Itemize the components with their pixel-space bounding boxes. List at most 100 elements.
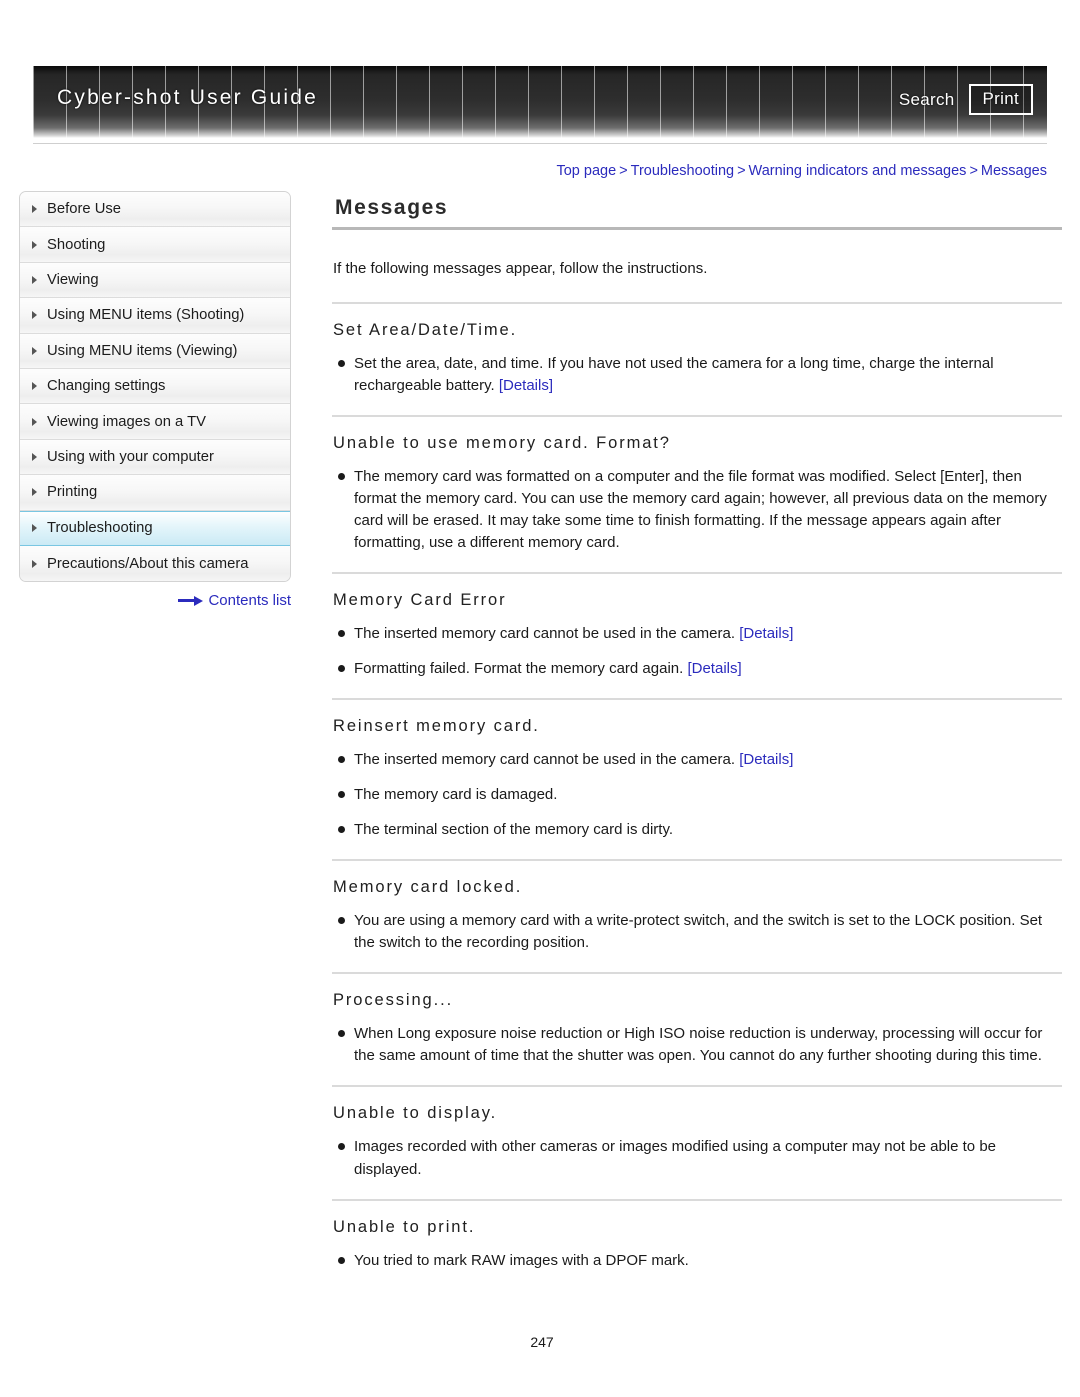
header-actions: Search Print [899, 84, 1033, 115]
breadcrumb-item-troubleshooting[interactable]: Troubleshooting [631, 163, 734, 179]
bullet-item: Images recorded with other cameras or im… [332, 1136, 1062, 1180]
bullet-list: The memory card was formatted on a compu… [332, 466, 1062, 554]
page-title: Messages [335, 196, 449, 219]
details-link[interactable]: [Details] [739, 625, 793, 642]
sidebar-item-label: Viewing [47, 271, 99, 288]
breadcrumb-separator: > [969, 163, 978, 179]
bullet-item: The terminal section of the memory card … [332, 819, 1062, 841]
contents-list-link[interactable]: Contents list [19, 592, 291, 609]
triangle-right-icon [32, 346, 37, 355]
sidebar-item-label: Using MENU items (Viewing) [47, 342, 238, 359]
sidebar-item-using-menu-items-viewing[interactable]: Using MENU items (Viewing) [20, 333, 290, 369]
message-section: Memory card locked. You are using a memor… [332, 859, 1062, 954]
bullet-item: Set the area, date, and time. If you hav… [332, 353, 1062, 397]
bullet-item: The inserted memory card cannot be used … [332, 623, 1062, 645]
bullet-text: The inserted memory card cannot be used … [354, 751, 740, 769]
section-heading: Unable to display. [333, 1104, 498, 1123]
details-link[interactable]: [Details] [687, 660, 741, 677]
message-section: Set Area/Date/Time. Set the area, date, a… [332, 301, 1062, 397]
triangle-right-icon [32, 311, 37, 320]
bullet-text: Set the area, date, and time. If you hav… [354, 354, 994, 394]
triangle-right-icon [32, 240, 37, 249]
section-heading: Reinsert memory card. [333, 717, 540, 736]
main-content: Messages If the following messages appea… [332, 196, 1062, 1272]
triangle-right-icon [32, 382, 37, 391]
sidebar-item-label: Using with your computer [47, 448, 214, 465]
sidebar-item-viewing-images-on-a-tv[interactable]: Viewing images on a TV [20, 404, 290, 440]
sidebar-item-shooting[interactable]: Shooting [20, 227, 290, 263]
section-heading: Set Area/Date/Time. [333, 320, 518, 339]
section-heading: Processing... [333, 991, 454, 1010]
section-heading: Memory card locked. [333, 878, 523, 897]
bullet-list: Set the area, date, and time. If you hav… [332, 353, 1062, 397]
message-section: Unable to use memory card. Format? The me… [332, 414, 1062, 554]
sidebar-item-using-menu-items-shooting[interactable]: Using MENU items (Shooting) [20, 298, 290, 334]
sidebar-item-using-with-your-computer[interactable]: Using with your computer [20, 439, 290, 476]
site-title: Cyber-shot User Guide [57, 86, 318, 109]
breadcrumb: Top page > Troubleshooting > Warning indicat… [556, 163, 1047, 179]
triangle-right-icon [32, 452, 37, 461]
breadcrumb-item-warning-indicators[interactable]: Warning indicators and messages [749, 163, 967, 179]
bullet-item: The memory card was formatted on a compu… [332, 466, 1062, 554]
sidebar-item-viewing[interactable]: Viewing [20, 262, 290, 299]
arrow-right-icon [178, 595, 204, 606]
sidebar-item-changing-settings[interactable]: Changing settings [20, 368, 290, 405]
bullet-list: The inserted memory card cannot be used … [332, 749, 1062, 841]
message-section: Unable to print. You tried to mark RAW im… [332, 1198, 1062, 1272]
bullet-text: The terminal section of the memory card … [354, 821, 673, 839]
site-header: Cyber-shot User Guide Search Print [33, 66, 1047, 138]
header-divider [33, 143, 1047, 144]
search-link[interactable]: Search [899, 90, 955, 110]
triangle-right-icon [32, 488, 37, 497]
bullet-list: The inserted memory card cannot be used … [332, 623, 1062, 680]
breadcrumb-separator: > [619, 163, 628, 179]
sidebar-item-label: Troubleshooting [47, 520, 153, 537]
sidebar-item-label: Before Use [47, 201, 122, 218]
bullet-item: You are using a memory card with a write… [332, 910, 1062, 954]
sidebar-navigation: Before Use Shooting Viewing Using MENU item… [19, 191, 291, 583]
sidebar-item-label: Shooting [47, 236, 106, 253]
bullet-text: The memory card was formatted on a compu… [354, 467, 1047, 551]
message-section: Memory Card Error The inserted memory car… [332, 572, 1062, 680]
sidebar-item-label: Using MENU items (Shooting) [47, 307, 245, 324]
section-divider [332, 1085, 1062, 1088]
sidebar-item-label: Printing [47, 484, 98, 501]
sidebar-item-printing[interactable]: Printing [20, 475, 290, 511]
triangle-right-icon [32, 524, 37, 533]
section-divider [332, 1198, 1062, 1201]
breadcrumb-item-messages[interactable]: Messages [981, 163, 1047, 179]
contents-list-label: Contents list [208, 592, 291, 609]
breadcrumb-item-top-page[interactable]: Top page [556, 163, 616, 179]
details-link[interactable]: [Details] [499, 377, 553, 394]
bullet-text: The memory card is damaged. [354, 786, 558, 804]
bullet-item: You tried to mark RAW images with a DPOF… [332, 1250, 1062, 1272]
intro-text: If the following messages appear, follow… [333, 260, 708, 277]
section-heading: Unable to print. [333, 1217, 476, 1236]
sidebar-item-precautions-about-this-camera[interactable]: Precautions/About this camera [20, 545, 290, 582]
triangle-right-icon [32, 417, 37, 426]
bullet-list: When Long exposure noise reduction or Hi… [332, 1023, 1062, 1067]
page-number: 247 [530, 1334, 554, 1350]
message-section: Unable to display. Images recorded with o… [332, 1085, 1062, 1180]
section-heading: Memory Card Error [333, 591, 507, 610]
bullet-text: The inserted memory card cannot be used … [354, 625, 740, 643]
section-divider [332, 572, 1062, 575]
triangle-right-icon [32, 559, 37, 568]
section-divider [332, 414, 1062, 417]
bullet-list: You tried to mark RAW images with a DPOF… [332, 1250, 1062, 1272]
message-section: Reinsert memory card. The inserted memory… [332, 698, 1062, 841]
bullet-item: The memory card is damaged. [332, 784, 1062, 806]
bullet-text: Formatting failed. Format the memory car… [354, 660, 688, 678]
title-divider [332, 227, 1062, 230]
print-button[interactable]: Print [968, 84, 1033, 115]
sidebar-item-troubleshooting[interactable]: Troubleshooting [20, 510, 290, 546]
section-divider [332, 301, 1062, 304]
sidebar-item-label: Precautions/About this camera [47, 555, 249, 572]
bullet-text: Images recorded with other cameras or im… [354, 1138, 996, 1178]
sidebar-item-before-use[interactable]: Before Use [20, 192, 290, 228]
details-link[interactable]: [Details] [739, 751, 793, 768]
bullet-list: You are using a memory card with a write… [332, 910, 1062, 954]
section-divider [332, 698, 1062, 701]
sidebar-item-label: Viewing images on a TV [47, 413, 207, 430]
message-section: Processing... When Long exposure noise re… [332, 972, 1062, 1067]
